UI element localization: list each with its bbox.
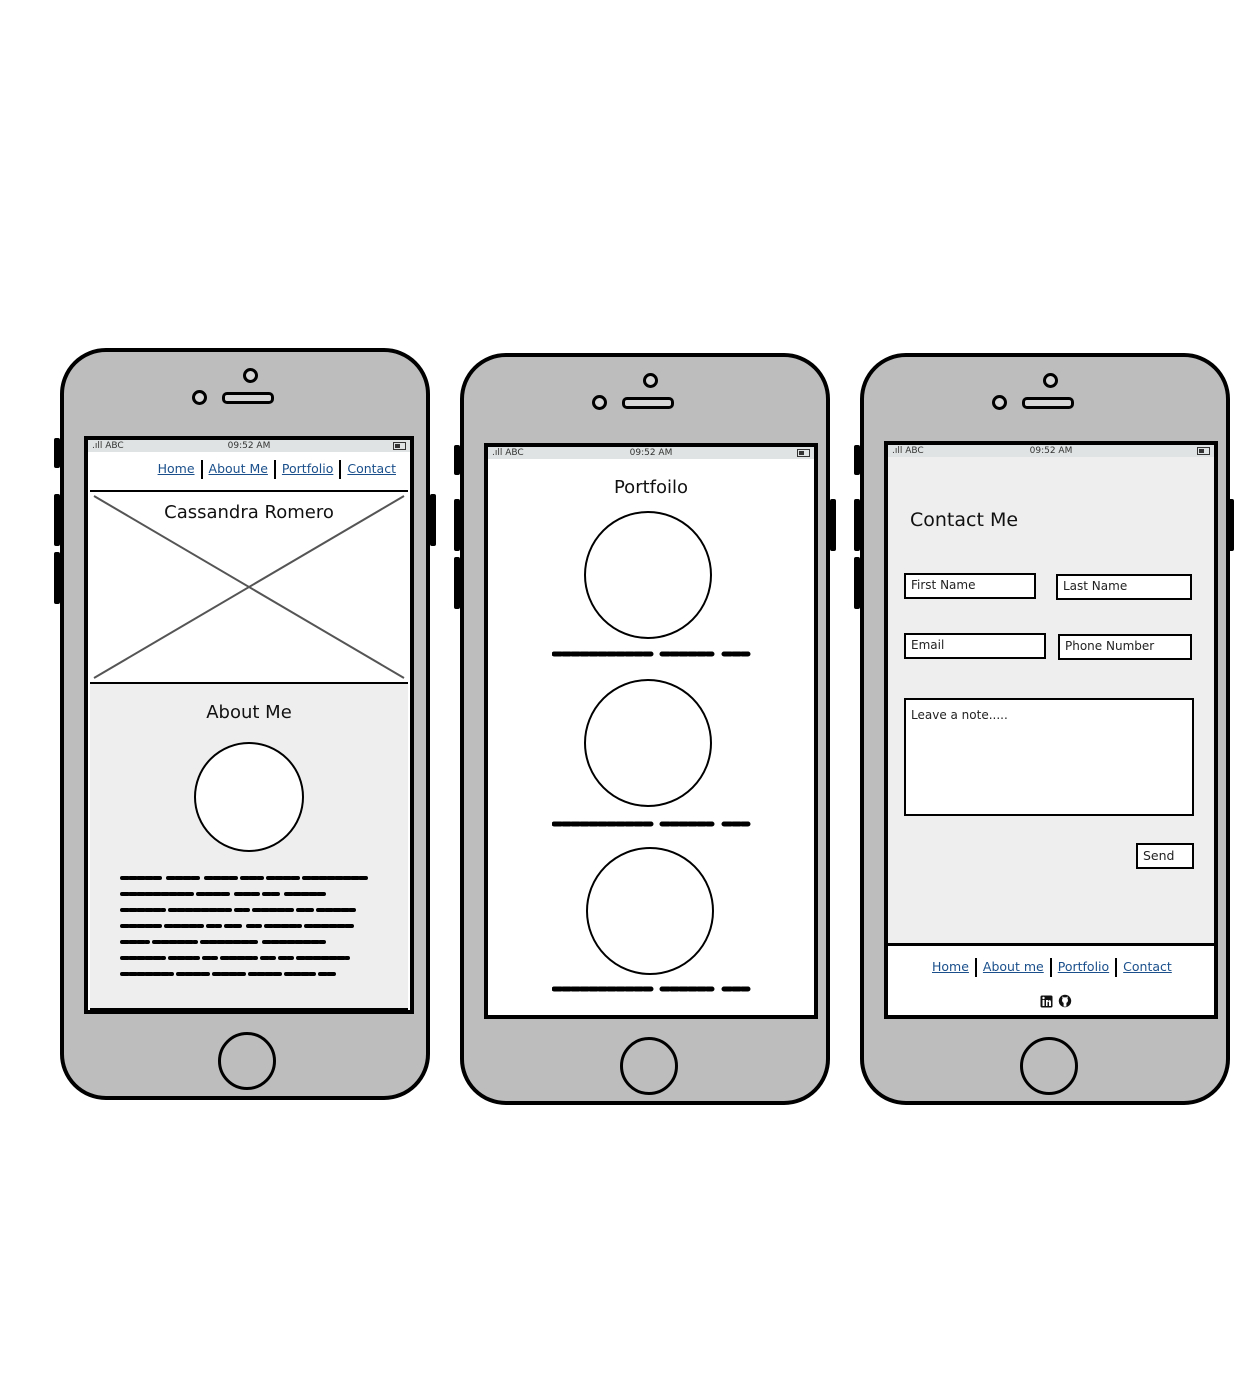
portfolio-title: Portfoilo	[613, 477, 689, 498]
linkedin-icon[interactable]	[1040, 995, 1053, 1008]
sensor-icon	[243, 368, 258, 383]
camera-icon	[592, 395, 607, 410]
status-time: 09:52 AM	[629, 448, 673, 458]
last-name-field[interactable]: Last Name	[1056, 574, 1192, 600]
phone-mockup-portfolio: .ıll ABC 09:52 AM Portfoilo	[454, 353, 836, 1105]
side-button	[454, 445, 460, 475]
side-button	[54, 494, 60, 546]
note-textarea[interactable]: Leave a note.....	[904, 698, 1194, 816]
project-caption-scribble	[552, 651, 751, 657]
screen: .ıll ABC 09:52 AM Portfoilo	[484, 443, 818, 1019]
side-button	[1228, 499, 1234, 551]
phone-mockup-contact: .ıll ABC 09:52 AM Contact Me First Name …	[854, 353, 1234, 1105]
nav-about-link[interactable]: About Me	[203, 461, 274, 476]
send-button[interactable]: Send	[1136, 843, 1194, 869]
first-name-field[interactable]: First Name	[904, 573, 1036, 599]
footer-portfolio-link[interactable]: Portfolio	[1052, 959, 1115, 974]
camera-icon	[992, 395, 1007, 410]
side-button	[454, 557, 460, 609]
project-thumbnail[interactable]	[584, 511, 712, 639]
footer-contact-link[interactable]: Contact	[1117, 959, 1178, 974]
footer-nav: Home About me Portfolio Contact	[926, 958, 1178, 977]
battery-icon	[797, 449, 810, 457]
nav-home-link[interactable]: Home	[152, 461, 201, 476]
home-hardware-button[interactable]	[620, 1037, 678, 1095]
status-time: 09:52 AM	[227, 441, 271, 451]
footer-home-link[interactable]: Home	[926, 959, 975, 974]
github-icon[interactable]	[1058, 994, 1072, 1008]
side-button	[430, 494, 436, 546]
battery-icon	[393, 442, 406, 450]
home-hardware-button[interactable]	[1020, 1037, 1078, 1095]
side-button	[854, 445, 860, 475]
bio-text-scribble	[120, 876, 370, 976]
speaker-slot	[222, 392, 274, 404]
status-time: 09:52 AM	[1029, 446, 1073, 456]
speaker-slot	[622, 397, 674, 409]
side-button	[854, 499, 860, 551]
nav-portfolio-link[interactable]: Portfolio	[276, 461, 339, 476]
status-bar: .ıll ABC 09:52 AM	[488, 447, 814, 459]
camera-icon	[192, 390, 207, 405]
status-bar: .ıll ABC 09:52 AM	[888, 445, 1214, 457]
battery-icon	[1197, 447, 1210, 455]
sensor-icon	[1043, 373, 1058, 388]
phone-mockup-home: .ıll ABC 09:52 AM Home About Me Portfolio C…	[54, 348, 436, 1100]
project-caption-scribble	[552, 986, 751, 992]
hero-image-placeholder: Cassandra Romero	[90, 490, 408, 684]
nav-contact-link[interactable]: Contact	[341, 461, 402, 476]
project-thumbnail[interactable]	[584, 679, 712, 807]
status-bar: .ıll ABC 09:52 AM	[88, 440, 410, 452]
sensor-icon	[643, 373, 658, 388]
side-button	[54, 552, 60, 604]
screen: .ıll ABC 09:52 AM Contact Me First Name …	[884, 441, 1218, 1019]
hero-name: Cassandra Romero	[164, 502, 334, 523]
project-thumbnail[interactable]	[586, 847, 714, 975]
about-title: About Me	[206, 702, 292, 723]
contact-title: Contact Me	[910, 509, 1019, 531]
phone-number-field[interactable]: Phone Number	[1058, 634, 1192, 660]
footer-about-link[interactable]: About me	[977, 959, 1050, 974]
email-field[interactable]: Email	[904, 633, 1046, 659]
side-button	[830, 499, 836, 551]
home-hardware-button[interactable]	[218, 1032, 276, 1090]
side-button	[454, 499, 460, 551]
side-button	[54, 438, 60, 468]
speaker-slot	[1022, 397, 1074, 409]
profile-photo-placeholder	[194, 742, 304, 852]
screen: .ıll ABC 09:52 AM Home About Me Portfolio C…	[84, 436, 414, 1014]
footer: Home About me Portfolio Contact	[888, 943, 1214, 1015]
project-caption-scribble	[552, 821, 751, 827]
about-section: About Me	[90, 684, 408, 1010]
side-button	[854, 557, 860, 609]
top-nav: Home About Me Portfolio Contact	[152, 460, 402, 479]
